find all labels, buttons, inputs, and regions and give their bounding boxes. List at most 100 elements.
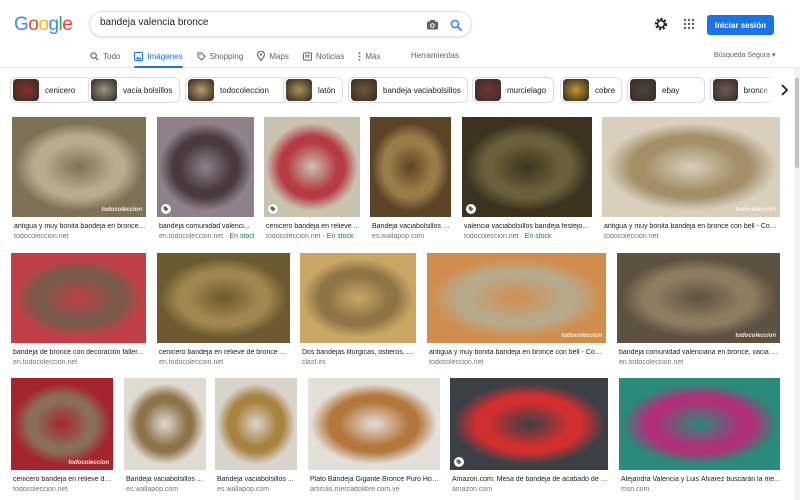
gear-icon[interactable] [654, 17, 668, 36]
tab-shopping[interactable]: Shopping [196, 48, 243, 64]
image-result[interactable]: todocoleccion bandeja comunidad valencian… [617, 253, 780, 369]
result-title[interactable]: Plato Bandeja Gigante Bronce Puro Hoy... [310, 476, 440, 483]
search-icon[interactable] [450, 18, 462, 36]
result-thumbnail[interactable] [450, 378, 608, 470]
result-source[interactable]: todocoleccion.net [13, 486, 113, 493]
tab-noticias[interactable]: Noticias [302, 48, 344, 64]
image-result[interactable]: Bandeja vaciabolsillos ... es.wallapop.co… [124, 378, 206, 496]
image-result[interactable]: Bandeja vaciabolsillos ... es.wallapop.co… [215, 378, 297, 496]
result-thumbnail[interactable] [300, 253, 416, 343]
image-result[interactable]: Plato Bandeja Gigante Bronce Puro Hoy...… [308, 378, 440, 496]
chip-thumbnail [630, 79, 656, 101]
result-thumbnail[interactable] [462, 117, 592, 217]
safe-search-button[interactable]: Búsqueda Segura ▾ [714, 51, 776, 59]
result-source[interactable]: articulo.mercadolibre.com.ve [310, 486, 440, 493]
image-result[interactable]: todocoleccion antigua y muy bonita bandej… [12, 117, 146, 243]
result-title[interactable]: Dos bandejas liturgicas, ostieros, ... [302, 349, 416, 356]
result-title[interactable]: antigua y muy bonita bandeja en bronce c… [429, 349, 606, 356]
chip-label: cobre [595, 85, 616, 95]
scrollbar[interactable] [794, 68, 800, 500]
tab-maps[interactable]: Maps [257, 48, 289, 64]
result-title[interactable]: antigua y muy bonita bandeja en bronce c… [604, 223, 780, 230]
chip-thumbnail [713, 79, 738, 101]
image-result[interactable]: Alejandra Valencia y Luis Álvarez buscar… [619, 378, 780, 496]
image-result[interactable]: todocoleccion antigua y muy bonita bandej… [427, 253, 606, 369]
result-title[interactable]: bandeja comunidad valenci... [159, 223, 254, 230]
scrollbar-thumb[interactable] [795, 78, 799, 168]
camera-icon[interactable] [426, 18, 439, 36]
search-input[interactable] [100, 17, 420, 28]
result-title[interactable]: antigua y muy bonita bandeja en bronce .… [14, 223, 146, 230]
result-title[interactable]: bandeja de bronce con decoración faller.… [13, 349, 146, 356]
tab-imagenes[interactable]: Imágenes [134, 48, 183, 68]
result-title[interactable]: cenicero bandeja en relieve ... [266, 223, 360, 230]
result-source[interactable]: en.todocoleccion.net · En stock [159, 233, 254, 240]
chevron-right-icon[interactable] [772, 77, 796, 103]
result-title[interactable]: Alejandra Valencia y Luis Álvarez buscar… [621, 476, 780, 483]
result-thumbnail[interactable] [124, 378, 206, 470]
chip[interactable]: todocoleccion [185, 77, 287, 103]
result-title[interactable]: bandeja comunidad valenciana en bronce, … [619, 349, 780, 356]
image-result[interactable]: Bandeja vaciabolsillos Bande... es.wallap… [370, 117, 451, 243]
result-title[interactable]: valencia vaciabolsillos bandeja festejo.… [464, 223, 592, 230]
result-title[interactable]: Bandeja vaciabolsillos ... [126, 476, 206, 483]
apps-grid-icon[interactable] [683, 17, 695, 35]
source-domain: todocoleccion.net [14, 233, 69, 240]
image-result[interactable]: cenicero bandeja en relieve ... todocolec… [264, 117, 360, 243]
search-box[interactable] [89, 11, 472, 37]
result-thumbnail[interactable] [619, 378, 780, 470]
result-source[interactable]: todocoleccion.net [429, 359, 606, 366]
tools-button[interactable]: Herramientas [411, 51, 459, 60]
chip[interactable]: vacia bolsillos [88, 77, 180, 103]
result-source[interactable]: en.todocoleccion.net [13, 359, 146, 366]
result-title[interactable]: cenicero bandeja en relieve de ... [13, 476, 113, 483]
result-title[interactable]: Bandeja vaciabolsillos Bande... [372, 223, 451, 230]
result-source[interactable]: es.wallapop.com [372, 233, 451, 240]
result-thumbnail[interactable] [427, 253, 606, 343]
chip[interactable]: latón [283, 77, 343, 103]
chip[interactable]: ebay [627, 77, 705, 103]
tab-todo[interactable]: Todo [90, 48, 120, 64]
result-thumbnail[interactable] [157, 117, 254, 217]
result-title[interactable]: Amazon.com: Mesa de bandeja de acabado d… [452, 476, 608, 483]
image-result[interactable]: bandeja comunidad valenci... en.todocolec… [157, 117, 254, 243]
image-result[interactable]: Amazon.com: Mesa de bandeja de acabado d… [450, 378, 608, 496]
image-result[interactable]: todocoleccion antigua y muy bonita bandej… [602, 117, 780, 243]
result-source[interactable]: amazon.com [452, 486, 608, 493]
result-thumbnail[interactable] [157, 253, 290, 343]
image-result[interactable]: cenicero bandeja en relieve de bronce m.… [157, 253, 290, 369]
signin-button[interactable]: Iniciar sesión [707, 15, 774, 35]
result-title[interactable]: Bandeja vaciabolsillos ... [217, 476, 297, 483]
result-thumbnail[interactable] [264, 117, 360, 217]
result-source[interactable]: en.todocoleccion.net [619, 359, 780, 366]
image-result[interactable]: todocoleccion cenicero bandeja en relieve… [11, 378, 113, 496]
result-thumbnail[interactable] [370, 117, 451, 217]
image-result[interactable]: valencia vaciabolsillos bandeja festejo.… [462, 117, 592, 243]
image-result[interactable]: Dos bandejas liturgicas, ostieros, ... cl… [300, 253, 416, 369]
result-thumbnail[interactable] [617, 253, 780, 343]
chip[interactable]: cobre [560, 77, 622, 103]
result-source[interactable]: en.todocoleccion.net [159, 359, 290, 366]
result-source[interactable]: es.wallapop.com [217, 486, 297, 493]
result-source[interactable]: es.wallapop.com [126, 486, 206, 493]
result-thumbnail[interactable] [308, 378, 440, 470]
image-result[interactable]: bandeja de bronce con decoración faller.… [11, 253, 146, 369]
chip[interactable]: cenicero [10, 77, 92, 103]
result-thumbnail[interactable] [602, 117, 780, 217]
result-source[interactable]: todocoleccion.net [604, 233, 780, 240]
result-source[interactable]: clasf.es [302, 359, 416, 366]
result-source[interactable]: todocoleccion.net [14, 233, 146, 240]
result-thumbnail[interactable] [12, 117, 146, 217]
result-thumbnail[interactable] [11, 378, 113, 470]
chip[interactable]: bronce vacia [710, 77, 780, 103]
result-source[interactable]: todocoleccion.net · En stock [266, 233, 360, 240]
google-logo[interactable]: Google [14, 14, 73, 36]
result-thumbnail[interactable] [11, 253, 146, 343]
tab-mas[interactable]: Más [358, 48, 380, 64]
result-source[interactable]: msn.com [621, 486, 780, 493]
result-source[interactable]: todocoleccion.net · En stock [464, 233, 592, 240]
chip[interactable]: bandeja vaciabolsillos [348, 77, 468, 103]
chip[interactable]: murcielago [472, 77, 554, 103]
result-thumbnail[interactable] [215, 378, 297, 470]
result-title[interactable]: cenicero bandeja en relieve de bronce m.… [159, 349, 290, 356]
